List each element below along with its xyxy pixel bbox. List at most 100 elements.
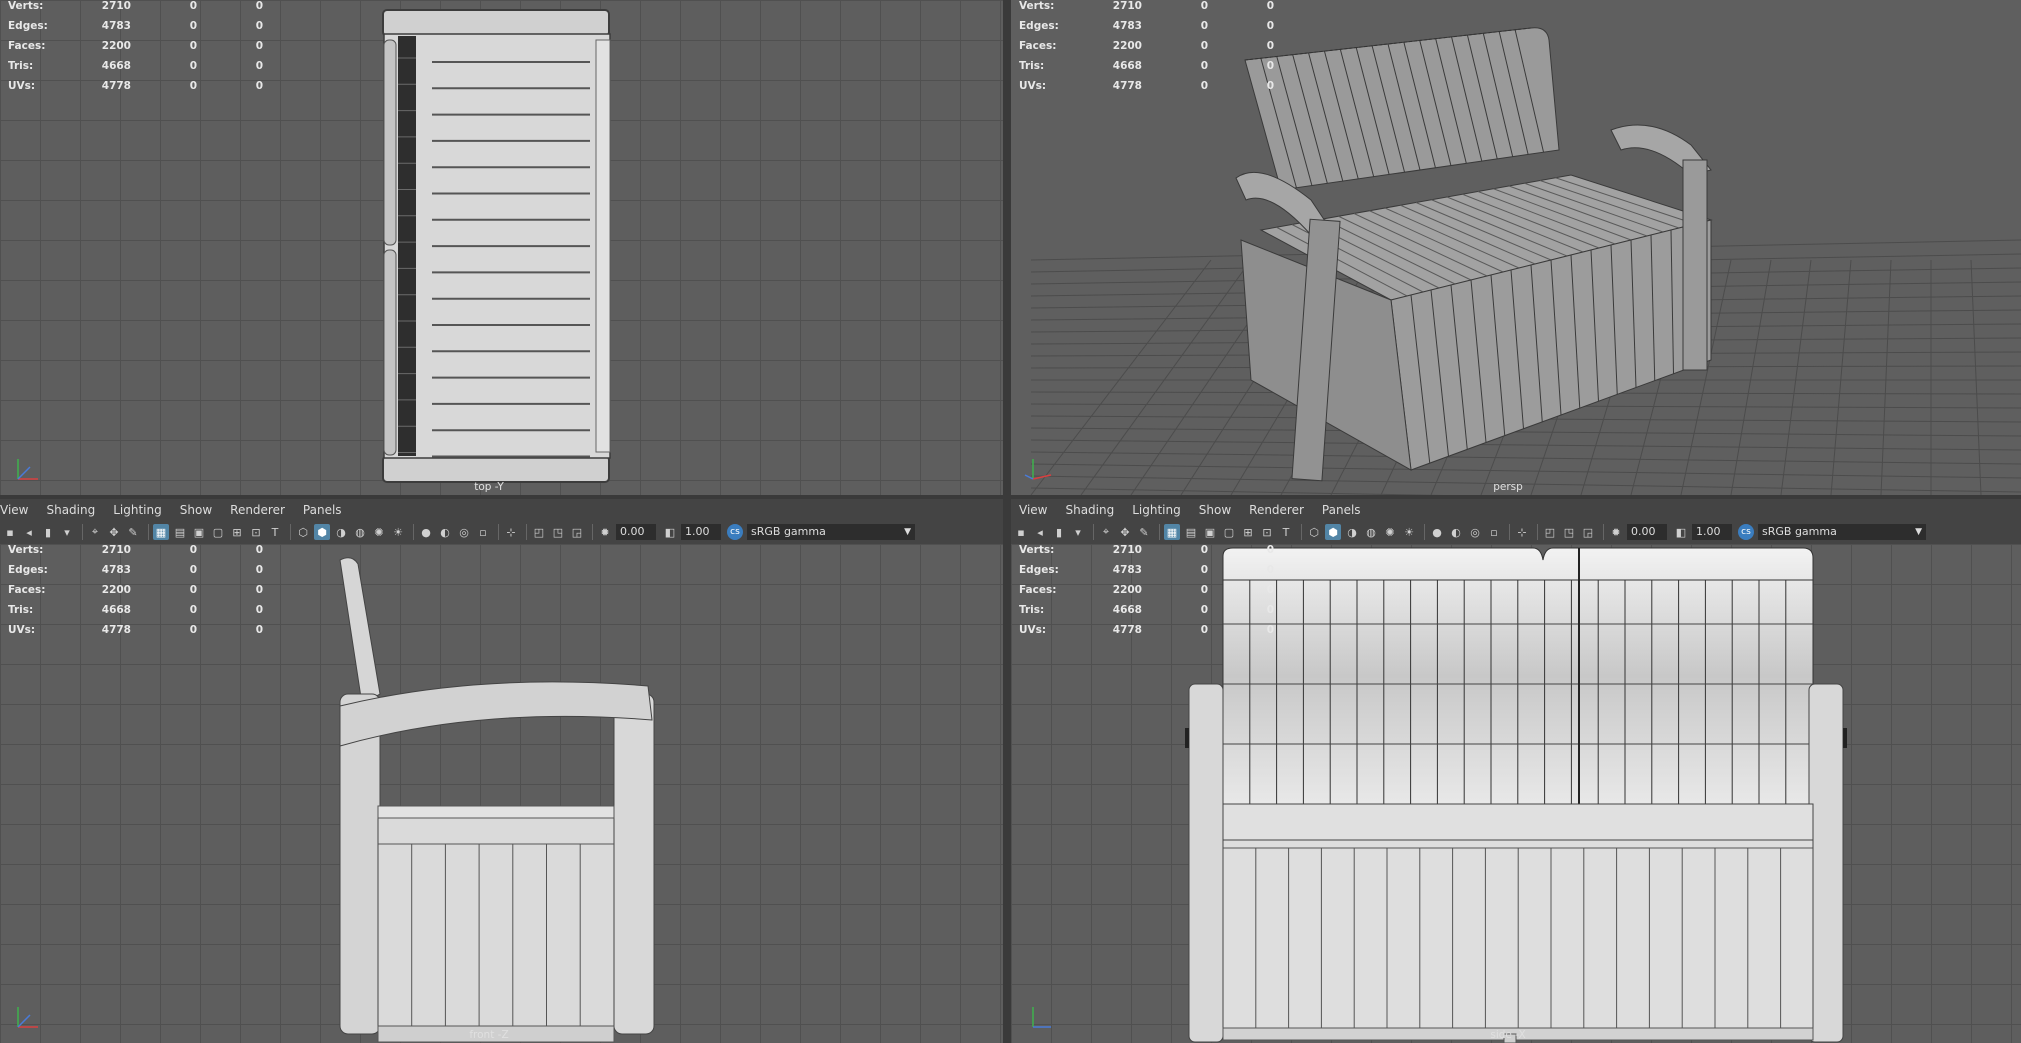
film-gate-icon[interactable]: ▤ — [172, 524, 188, 540]
xray-active-icon[interactable]: ◲ — [1580, 524, 1596, 540]
wireframe-icon[interactable]: ⬡ — [295, 524, 311, 540]
pencil-icon[interactable]: ✎ — [125, 524, 141, 540]
menu-view[interactable]: View — [0, 503, 28, 517]
motion-blur-icon[interactable]: ◐ — [1448, 524, 1464, 540]
resolution-gate-icon[interactable]: ▣ — [1202, 524, 1218, 540]
multisample-icon[interactable]: ◎ — [1467, 524, 1483, 540]
hud-label: Tris: — [1019, 604, 1045, 616]
depth-of-field-icon[interactable]: ▫ — [475, 524, 491, 540]
exposure-icon[interactable]: ✹ — [597, 524, 613, 540]
isolate-icon[interactable]: ⊹ — [503, 524, 519, 540]
xray-active-icon[interactable]: ◲ — [569, 524, 585, 540]
chevron-down-icon: ▼ — [904, 527, 911, 537]
bookmark-icon[interactable]: ▮ — [1051, 524, 1067, 540]
menu-lighting[interactable]: Lighting — [1132, 503, 1181, 517]
smooth-shade-icon[interactable]: ⬢ — [314, 524, 330, 540]
menu-panels[interactable]: Panels — [303, 503, 342, 517]
image-plane-icon[interactable]: ▾ — [59, 524, 75, 540]
color-space-select[interactable]: sRGB gamma ▼ — [1758, 524, 1926, 540]
hud-value: 0 — [1266, 604, 1274, 616]
pencil-icon[interactable]: ✎ — [1136, 524, 1152, 540]
axis-gizmo-icon — [17, 1007, 38, 1028]
gate-mask-icon[interactable]: ▢ — [210, 524, 226, 540]
viewport-front[interactable]: Verts: 2710 0 0 Edges: 4783 0 0 Faces: 2200 0 0 T… — [0, 544, 1003, 1043]
hud-value: 0 — [189, 544, 197, 556]
shadows-icon[interactable]: ☀ — [1401, 524, 1417, 540]
safe-title-icon[interactable]: T — [1278, 524, 1294, 540]
menu-panels[interactable]: Panels — [1322, 503, 1361, 517]
menu-lighting[interactable]: Lighting — [113, 503, 162, 517]
menu-shading[interactable]: Shading — [46, 503, 95, 517]
hud-label: UVs: — [1019, 624, 1047, 636]
depth-of-field-icon[interactable]: ▫ — [1486, 524, 1502, 540]
xray-icon[interactable]: ◰ — [531, 524, 547, 540]
camera-icon[interactable]: ▪ — [1013, 524, 1029, 540]
viewport-top[interactable]: Verts: 2710 0 0 Edges: 4783 0 0 Faces: 2200 0 0 T… — [0, 0, 1003, 495]
camera-icon[interactable]: ▪ — [2, 524, 18, 540]
textured-icon[interactable]: ◍ — [1363, 524, 1379, 540]
menu-shading[interactable]: Shading — [1065, 503, 1114, 517]
hud-label: Edges: — [1019, 564, 1059, 576]
select-camera-icon[interactable]: ⌖ — [1098, 524, 1114, 540]
resolution-gate-icon[interactable]: ▣ — [191, 524, 207, 540]
image-plane-icon[interactable]: ▾ — [1070, 524, 1086, 540]
field-chart-icon[interactable]: ⊞ — [229, 524, 245, 540]
field-chart-icon[interactable]: ⊞ — [1240, 524, 1256, 540]
exposure-icon[interactable]: ✹ — [1608, 524, 1624, 540]
gamma-icon[interactable]: ◧ — [662, 524, 678, 540]
camera-attr-icon[interactable]: ◂ — [1032, 524, 1048, 540]
shadows-icon[interactable]: ☀ — [390, 524, 406, 540]
gamma-field[interactable]: 1.00 — [681, 524, 721, 540]
film-gate-icon[interactable]: ▤ — [1183, 524, 1199, 540]
lights-icon[interactable]: ✺ — [371, 524, 387, 540]
select-camera-icon[interactable]: ⌖ — [87, 524, 103, 540]
hud-value: 2200 — [1112, 40, 1142, 52]
xray-joints-icon[interactable]: ◳ — [550, 524, 566, 540]
motion-blur-icon[interactable]: ◐ — [437, 524, 453, 540]
menu-show[interactable]: Show — [180, 503, 212, 517]
textured-icon[interactable]: ◍ — [352, 524, 368, 540]
color-management-icon[interactable]: cs — [727, 524, 743, 540]
safe-action-icon[interactable]: ⊡ — [248, 524, 264, 540]
xray-icon[interactable]: ◰ — [1542, 524, 1558, 540]
viewport-splitter-horizontal[interactable] — [0, 495, 2021, 499]
color-space-select[interactable]: sRGB gamma ▼ — [747, 524, 915, 540]
pan-icon[interactable]: ✥ — [1117, 524, 1133, 540]
color-management-icon[interactable]: cs — [1738, 524, 1754, 540]
wireframe-on-shaded-icon[interactable]: ◑ — [1344, 524, 1360, 540]
lights-icon[interactable]: ✺ — [1382, 524, 1398, 540]
ssao-icon[interactable]: ● — [418, 524, 434, 540]
axis-gizmo-icon — [17, 459, 38, 480]
menu-show[interactable]: Show — [1199, 503, 1231, 517]
viewport-splitter-vertical[interactable] — [1003, 0, 1011, 1043]
isolate-icon[interactable]: ⊹ — [1514, 524, 1530, 540]
viewport-side[interactable]: Verts: 2710 0 0 Edges: 4783 0 0 Faces: 2200 0 0 T… — [1011, 544, 2021, 1043]
safe-title-icon[interactable]: T — [267, 524, 283, 540]
pan-icon[interactable]: ✥ — [106, 524, 122, 540]
gamma-field[interactable]: 1.00 — [1692, 524, 1732, 540]
ssao-icon[interactable]: ● — [1429, 524, 1445, 540]
bookmark-icon[interactable]: ▮ — [40, 524, 56, 540]
gate-mask-icon[interactable]: ▢ — [1221, 524, 1237, 540]
menu-renderer[interactable]: Renderer — [230, 503, 285, 517]
hud-value: 4783 — [101, 20, 131, 32]
wireframe-on-shaded-icon[interactable]: ◑ — [333, 524, 349, 540]
hud-value: 4668 — [101, 604, 131, 616]
multisample-icon[interactable]: ◎ — [456, 524, 472, 540]
axis-gizmo-icon — [1024, 459, 1052, 480]
exposure-field[interactable]: 0.00 — [1627, 524, 1667, 540]
menu-renderer[interactable]: Renderer — [1249, 503, 1304, 517]
hud-value: 4783 — [1112, 20, 1142, 32]
gamma-icon[interactable]: ◧ — [1673, 524, 1689, 540]
menu-view[interactable]: View — [1019, 503, 1047, 517]
viewport-persp[interactable]: Verts: 2710 0 0 Edges: 4783 0 0 Faces: 2200 0 0 T… — [1011, 0, 2021, 495]
camera-attr-icon[interactable]: ◂ — [21, 524, 37, 540]
smooth-shade-icon[interactable]: ⬢ — [1325, 524, 1341, 540]
wireframe-icon[interactable]: ⬡ — [1306, 524, 1322, 540]
grid-icon[interactable]: ▦ — [1164, 524, 1180, 540]
grid-icon[interactable]: ▦ — [153, 524, 169, 540]
exposure-field[interactable]: 0.00 — [616, 524, 656, 540]
hud-value: 0 — [189, 624, 197, 636]
safe-action-icon[interactable]: ⊡ — [1259, 524, 1275, 540]
xray-joints-icon[interactable]: ◳ — [1561, 524, 1577, 540]
